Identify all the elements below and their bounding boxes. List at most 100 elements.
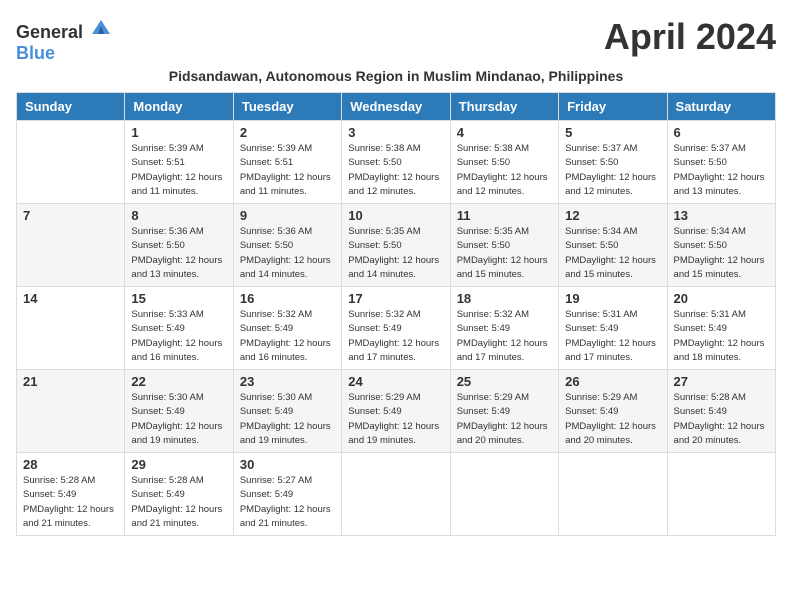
day-number: 6 [674,125,769,140]
logo-general: General [16,22,83,42]
calendar-cell: 2 Sunrise: 5:39 AMSunset: 5:51 PMDaylight… [233,121,341,204]
day-number: 2 [240,125,335,140]
day-number: 8 [131,208,226,223]
day-number: 14 [23,291,118,306]
day-info: Sunrise: 5:32 AMSunset: 5:49 PMDaylight:… [457,308,552,365]
day-info: Sunrise: 5:37 AMSunset: 5:50 PMDaylight:… [565,142,660,199]
header: General Blue April 2024 [16,16,776,64]
column-header-friday: Friday [559,93,667,121]
calendar-cell: 14 [17,287,125,370]
calendar-cell: 26 Sunrise: 5:29 AMSunset: 5:49 PMDayligh… [559,370,667,453]
calendar-week-row: 28 Sunrise: 5:28 AMSunset: 5:49 PMDayligh… [17,453,776,536]
day-number: 5 [565,125,660,140]
day-number: 25 [457,374,552,389]
day-info: Sunrise: 5:38 AMSunset: 5:50 PMDaylight:… [457,142,552,199]
day-number: 10 [348,208,443,223]
day-info: Sunrise: 5:29 AMSunset: 5:49 PMDaylight:… [565,391,660,448]
calendar-cell: 5 Sunrise: 5:37 AMSunset: 5:50 PMDaylight… [559,121,667,204]
day-info: Sunrise: 5:34 AMSunset: 5:50 PMDaylight:… [565,225,660,282]
day-number: 17 [348,291,443,306]
day-number: 3 [348,125,443,140]
day-info: Sunrise: 5:33 AMSunset: 5:49 PMDaylight:… [131,308,226,365]
day-number: 16 [240,291,335,306]
calendar-cell: 6 Sunrise: 5:37 AMSunset: 5:50 PMDaylight… [667,121,775,204]
day-info: Sunrise: 5:36 AMSunset: 5:50 PMDaylight:… [131,225,226,282]
day-info: Sunrise: 5:32 AMSunset: 5:49 PMDaylight:… [348,308,443,365]
calendar-week-row: 1 Sunrise: 5:39 AMSunset: 5:51 PMDaylight… [17,121,776,204]
calendar-cell: 11Sunrise: 5:35 AMSunset: 5:50 PMDayligh… [450,204,558,287]
column-header-monday: Monday [125,93,233,121]
day-number: 22 [131,374,226,389]
day-info: Sunrise: 5:39 AMSunset: 5:51 PMDaylight:… [131,142,226,199]
column-header-tuesday: Tuesday [233,93,341,121]
calendar-cell: 22 Sunrise: 5:30 AMSunset: 5:49 PMDayligh… [125,370,233,453]
day-number: 24 [348,374,443,389]
calendar-cell: 16Sunrise: 5:32 AMSunset: 5:49 PMDayligh… [233,287,341,370]
column-header-thursday: Thursday [450,93,558,121]
day-number: 21 [23,374,118,389]
calendar-cell: 10Sunrise: 5:35 AMSunset: 5:50 PMDayligh… [342,204,450,287]
calendar-week-row: 14 15 Sunrise: 5:33 AMSunset: 5:49 PMDayli… [17,287,776,370]
calendar-cell: 20 Sunrise: 5:31 AMSunset: 5:49 PMDayligh… [667,287,775,370]
calendar-cell [450,453,558,536]
day-number: 20 [674,291,769,306]
day-number: 26 [565,374,660,389]
day-info: Sunrise: 5:28 AMSunset: 5:49 PMDaylight:… [131,474,226,531]
subtitle: Pidsandawan, Autonomous Region in Muslim… [16,68,776,84]
day-info: Sunrise: 5:31 AMSunset: 5:49 PMDaylight:… [674,308,769,365]
day-info: Sunrise: 5:36 AMSunset: 5:50 PMDaylight:… [240,225,335,282]
day-number: 1 [131,125,226,140]
day-number: 12 [565,208,660,223]
day-number: 29 [131,457,226,472]
calendar-cell: 3 Sunrise: 5:38 AMSunset: 5:50 PMDaylight… [342,121,450,204]
day-info: Sunrise: 5:28 AMSunset: 5:49 PMDaylight:… [674,391,769,448]
calendar-cell: 23 Sunrise: 5:30 AMSunset: 5:49 PMDayligh… [233,370,341,453]
calendar-cell: 8 Sunrise: 5:36 AMSunset: 5:50 PMDaylight… [125,204,233,287]
calendar-cell: 25 Sunrise: 5:29 AMSunset: 5:49 PMDayligh… [450,370,558,453]
day-number: 11 [457,208,552,223]
day-info: Sunrise: 5:31 AMSunset: 5:49 PMDaylight:… [565,308,660,365]
day-number: 7 [23,208,118,223]
day-info: Sunrise: 5:29 AMSunset: 5:49 PMDaylight:… [348,391,443,448]
day-number: 15 [131,291,226,306]
calendar-cell: 28 Sunrise: 5:28 AMSunset: 5:49 PMDayligh… [17,453,125,536]
day-number: 18 [457,291,552,306]
calendar-cell: 4 Sunrise: 5:38 AMSunset: 5:50 PMDaylight… [450,121,558,204]
logo-blue: Blue [16,43,55,63]
calendar-cell: 24 Sunrise: 5:29 AMSunset: 5:49 PMDayligh… [342,370,450,453]
day-number: 23 [240,374,335,389]
day-number: 27 [674,374,769,389]
day-info: Sunrise: 5:28 AMSunset: 5:49 PMDaylight:… [23,474,118,531]
day-info: Sunrise: 5:37 AMSunset: 5:50 PMDaylight:… [674,142,769,199]
day-info: Sunrise: 5:38 AMSunset: 5:50 PMDaylight:… [348,142,443,199]
day-info: Sunrise: 5:39 AMSunset: 5:51 PMDaylight:… [240,142,335,199]
calendar-cell [559,453,667,536]
calendar-cell: 21 [17,370,125,453]
day-info: Sunrise: 5:30 AMSunset: 5:49 PMDaylight:… [240,391,335,448]
logo: General Blue [16,16,112,64]
calendar-cell [667,453,775,536]
day-info: Sunrise: 5:29 AMSunset: 5:49 PMDaylight:… [457,391,552,448]
calendar-header-row: SundayMondayTuesdayWednesdayThursdayFrid… [17,93,776,121]
calendar-week-row: 78 Sunrise: 5:36 AMSunset: 5:50 PMDayligh… [17,204,776,287]
column-header-saturday: Saturday [667,93,775,121]
calendar-cell: 15 Sunrise: 5:33 AMSunset: 5:49 PMDayligh… [125,287,233,370]
calendar-cell: 18 Sunrise: 5:32 AMSunset: 5:49 PMDayligh… [450,287,558,370]
calendar-cell: 12 Sunrise: 5:34 AMSunset: 5:50 PMDayligh… [559,204,667,287]
logo-icon [90,16,112,38]
calendar-cell: 29 Sunrise: 5:28 AMSunset: 5:49 PMDayligh… [125,453,233,536]
calendar-cell: 9Sunrise: 5:36 AMSunset: 5:50 PMDaylight… [233,204,341,287]
day-number: 28 [23,457,118,472]
calendar-cell: 13Sunrise: 5:34 AMSunset: 5:50 PMDayligh… [667,204,775,287]
day-number: 19 [565,291,660,306]
column-header-wednesday: Wednesday [342,93,450,121]
calendar-cell: 17 Sunrise: 5:32 AMSunset: 5:49 PMDayligh… [342,287,450,370]
day-number: 13 [674,208,769,223]
calendar-cell: 7 [17,204,125,287]
column-header-sunday: Sunday [17,93,125,121]
calendar-cell: 19 Sunrise: 5:31 AMSunset: 5:49 PMDayligh… [559,287,667,370]
logo-text: General Blue [16,16,112,64]
day-number: 4 [457,125,552,140]
day-number: 30 [240,457,335,472]
day-info: Sunrise: 5:30 AMSunset: 5:49 PMDaylight:… [131,391,226,448]
